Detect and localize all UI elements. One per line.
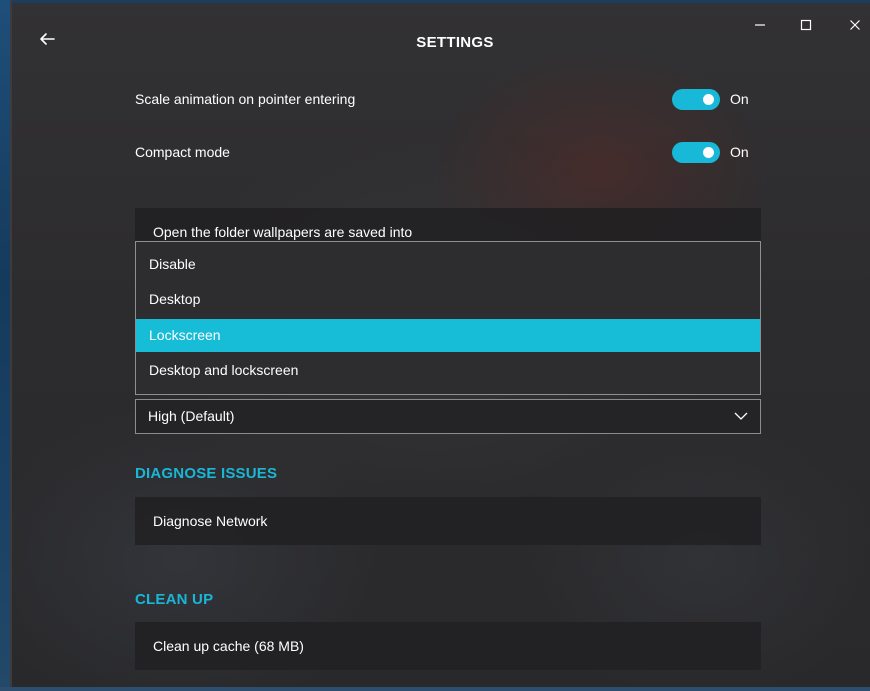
dropdown-option-desktop[interactable]: Desktop (136, 283, 760, 316)
diagnose-network-button[interactable]: Diagnose Network (135, 497, 761, 545)
page-title: SETTINGS (416, 34, 494, 51)
dropdown-option-label: Disable (149, 256, 196, 272)
diagnose-network-label: Diagnose Network (153, 513, 268, 529)
dropdown-option-label: Lockscreen (149, 327, 221, 343)
close-button[interactable] (843, 14, 867, 36)
maximize-button[interactable] (794, 14, 818, 36)
clean-up-cache-label: Clean up cache (68 MB) (153, 638, 304, 654)
toggle-knob (703, 147, 714, 158)
open-folder-button[interactable]: Open the folder wallpapers are saved int… (135, 208, 761, 242)
maximize-icon (800, 19, 812, 31)
chevron-down-icon (734, 412, 748, 420)
scale-animation-toggle[interactable] (672, 89, 720, 110)
settings-window: SETTINGS Scale animation on pointer ente… (0, 0, 870, 691)
compact-mode-setting: Compact mode On (135, 140, 755, 166)
clean-up-heading: CLEAN UP (135, 591, 214, 608)
diagnose-issues-heading: DIAGNOSE ISSUES (135, 465, 278, 482)
window-bottom-edge (0, 687, 870, 691)
quality-combobox[interactable]: High (Default) (135, 399, 761, 434)
minimize-icon (755, 24, 765, 26)
dropdown-option-desktop-and-lockscreen[interactable]: Desktop and lockscreen (136, 354, 760, 387)
scale-animation-setting: Scale animation on pointer entering On (135, 87, 755, 113)
quality-combobox-value: High (Default) (148, 408, 235, 424)
close-icon (850, 20, 860, 30)
dropdown-option-label: Desktop and lockscreen (149, 362, 299, 378)
compact-mode-state: On (730, 144, 749, 160)
dropdown-option-disable[interactable]: Disable (136, 248, 760, 281)
scale-animation-label: Scale animation on pointer entering (135, 91, 356, 107)
toggle-knob (703, 94, 714, 105)
scale-animation-state: On (730, 91, 749, 107)
window-top-edge (0, 0, 870, 3)
dropdown-option-label: Desktop (149, 291, 201, 307)
window-left-border (10, 0, 12, 691)
dropdown-option-lockscreen[interactable]: Lockscreen (136, 319, 760, 352)
clean-up-cache-button[interactable]: Clean up cache (68 MB) (135, 622, 761, 670)
compact-mode-label: Compact mode (135, 144, 230, 160)
dropdown-list: Disable Desktop Lockscreen Desktop and l… (135, 241, 761, 395)
compact-mode-toggle[interactable] (672, 142, 720, 163)
desktop-edge (0, 0, 10, 691)
open-folder-label: Open the folder wallpapers are saved int… (153, 224, 413, 240)
minimize-button[interactable] (748, 14, 772, 36)
